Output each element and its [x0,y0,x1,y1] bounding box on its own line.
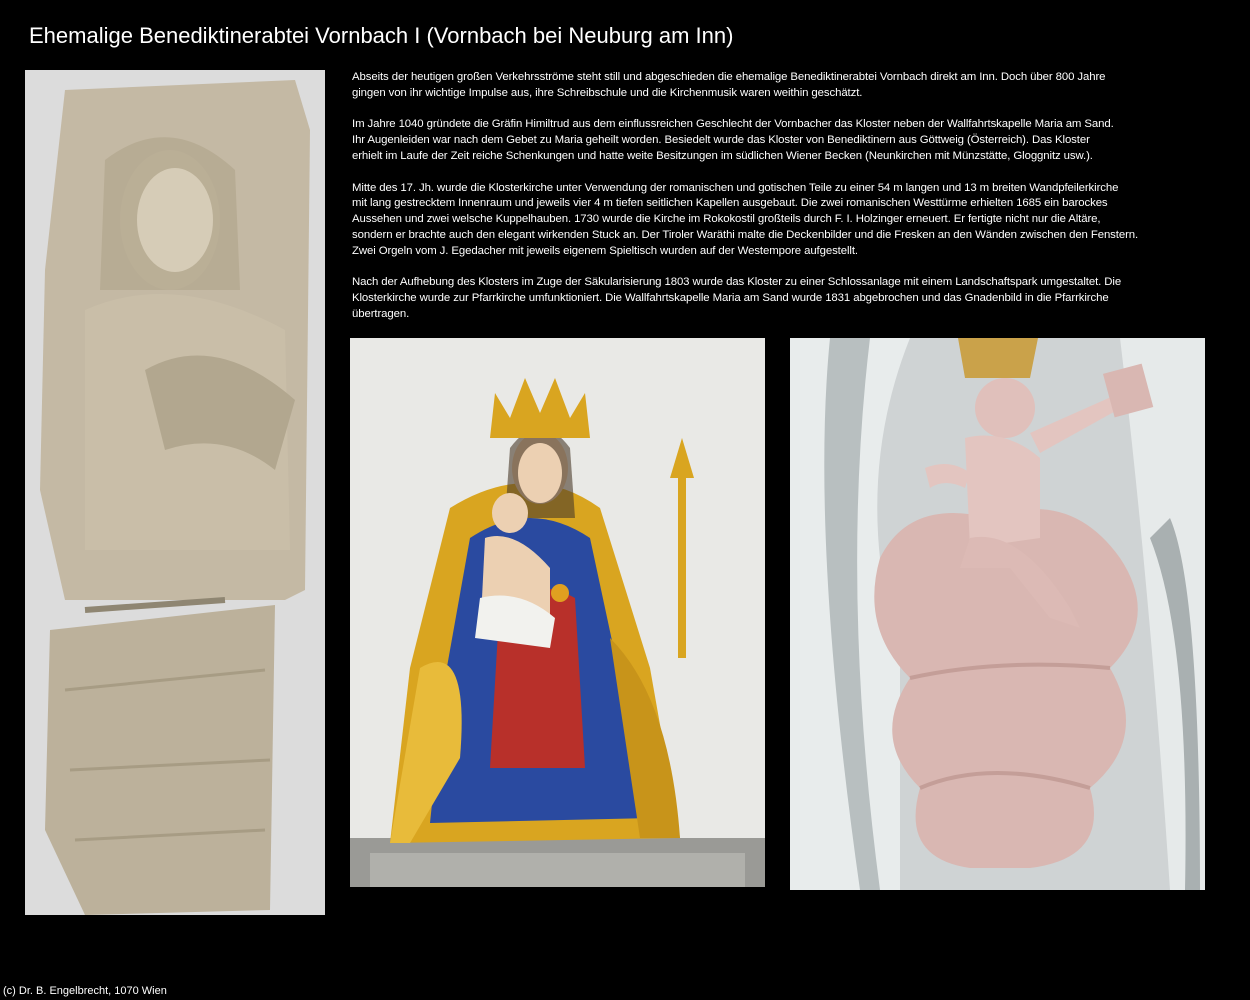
photo-madonna-statue[interactable] [350,338,765,887]
paragraph-baroque: Mitte des 17. Jh. wurde die Klosterkirch… [352,181,1139,257]
article-text: Abseits der heutigen großen Verkehrsströ… [352,70,1212,339]
page-title: Ehemalige Benediktinerabtei Vornbach I (… [29,23,734,48]
copyright-footer: (c) Dr. B. Engelbrecht, 1070 Wien [3,985,167,997]
paragraph-intro: Abseits der heutigen großen Verkehrsströ… [352,71,1106,99]
photo-stone-relief[interactable] [25,70,325,915]
stone-relief-image [25,70,325,915]
putto-sculpture-image [790,338,1205,890]
paragraph-secularization: Nach der Aufhebung des Klosters im Zuge … [352,276,1122,320]
madonna-statue-image [350,338,765,887]
photo-putto-sculpture[interactable] [790,338,1205,890]
paragraph-founding: Im Jahre 1040 gründete die Gräfin Himilt… [352,118,1114,162]
